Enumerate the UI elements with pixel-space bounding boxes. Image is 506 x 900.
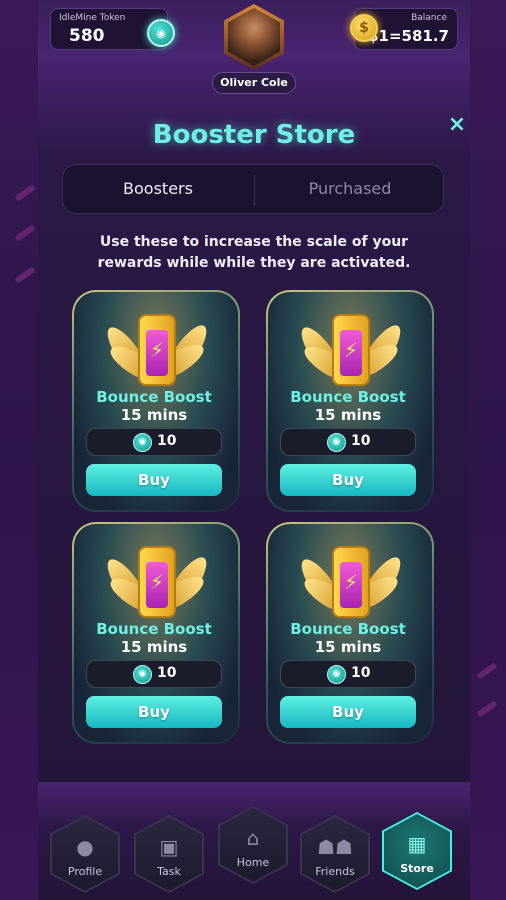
friends-icon: ☗☗: [317, 835, 353, 859]
token-coin-icon: ◉: [327, 665, 346, 684]
price-value: 10: [157, 665, 177, 681]
token-coin-icon: ◉: [133, 665, 152, 684]
buy-button[interactable]: Buy: [280, 696, 416, 728]
price-tag: ◉ 10: [280, 660, 416, 688]
token-label: IdleMine Token: [59, 13, 126, 23]
battery-icon: ⚡: [294, 536, 408, 626]
nav-label: Profile: [67, 865, 103, 878]
battery-icon: ⚡: [100, 536, 214, 626]
booster-name: Bounce Boost: [290, 620, 406, 638]
price-value: 10: [351, 665, 371, 681]
booster-name: Bounce Boost: [96, 620, 212, 638]
clipboard-icon: ▣: [159, 835, 179, 859]
app-panel: IdleMine Token 580 ◉ Balance $1=581.7 $ …: [38, 0, 470, 900]
nav-label: Store: [400, 862, 434, 875]
buy-button[interactable]: Buy: [280, 464, 416, 496]
user-name: Oliver Cole: [212, 72, 296, 94]
nav-label: Friends: [315, 865, 355, 878]
tab-boosters[interactable]: Boosters: [63, 165, 253, 213]
token-coin-icon: ◉: [327, 433, 346, 452]
nav-label: Home: [236, 856, 270, 869]
token-coin-icon: ◉: [147, 19, 175, 47]
token-coin-icon: ◉: [133, 433, 152, 452]
booster-card: ⚡ Bounce Boost 15 mins ◉ 10 Buy: [72, 290, 240, 512]
booster-name: Bounce Boost: [96, 388, 212, 406]
buy-button[interactable]: Buy: [86, 696, 222, 728]
battery-icon: ⚡: [100, 304, 214, 394]
booster-duration: 15 mins: [120, 638, 188, 656]
booster-card: ⚡ Bounce Boost 15 mins ◉ 10 Buy: [266, 290, 434, 512]
store-tabs: Boosters Purchased: [62, 164, 444, 214]
store-icon: ▦: [407, 832, 427, 856]
home-icon: ⌂: [246, 826, 260, 850]
booster-duration: 15 mins: [120, 406, 188, 424]
price-value: 10: [351, 433, 371, 449]
tab-purchased[interactable]: Purchased: [255, 165, 445, 213]
page-title: Booster Store: [152, 120, 356, 150]
balance-value: $1=581.7: [368, 27, 449, 45]
buy-button[interactable]: Buy: [86, 464, 222, 496]
balance-label: Balance: [411, 13, 447, 23]
price-tag: ◉ 10: [86, 660, 222, 688]
nav-label: Task: [157, 865, 181, 878]
price-tag: ◉ 10: [86, 428, 222, 456]
booster-duration: 15 mins: [314, 406, 382, 424]
booster-duration: 15 mins: [314, 638, 382, 656]
price-value: 10: [157, 433, 177, 449]
booster-card: ⚡ Bounce Boost 15 mins ◉ 10 Buy: [266, 522, 434, 744]
token-counter: IdleMine Token 580 ◉: [50, 8, 175, 50]
close-icon[interactable]: ×: [446, 114, 468, 136]
user-avatar[interactable]: Oliver Cole: [212, 4, 296, 96]
dollar-coin-icon: $: [350, 14, 378, 42]
battery-icon: ⚡: [294, 304, 408, 394]
store-description: Use these to increase the scale of your …: [97, 234, 411, 271]
booster-name: Bounce Boost: [290, 388, 406, 406]
person-icon: ●: [76, 835, 94, 859]
booster-card: ⚡ Bounce Boost 15 mins ◉ 10 Buy: [72, 522, 240, 744]
token-value: 580: [69, 26, 105, 46]
price-tag: ◉ 10: [280, 428, 416, 456]
